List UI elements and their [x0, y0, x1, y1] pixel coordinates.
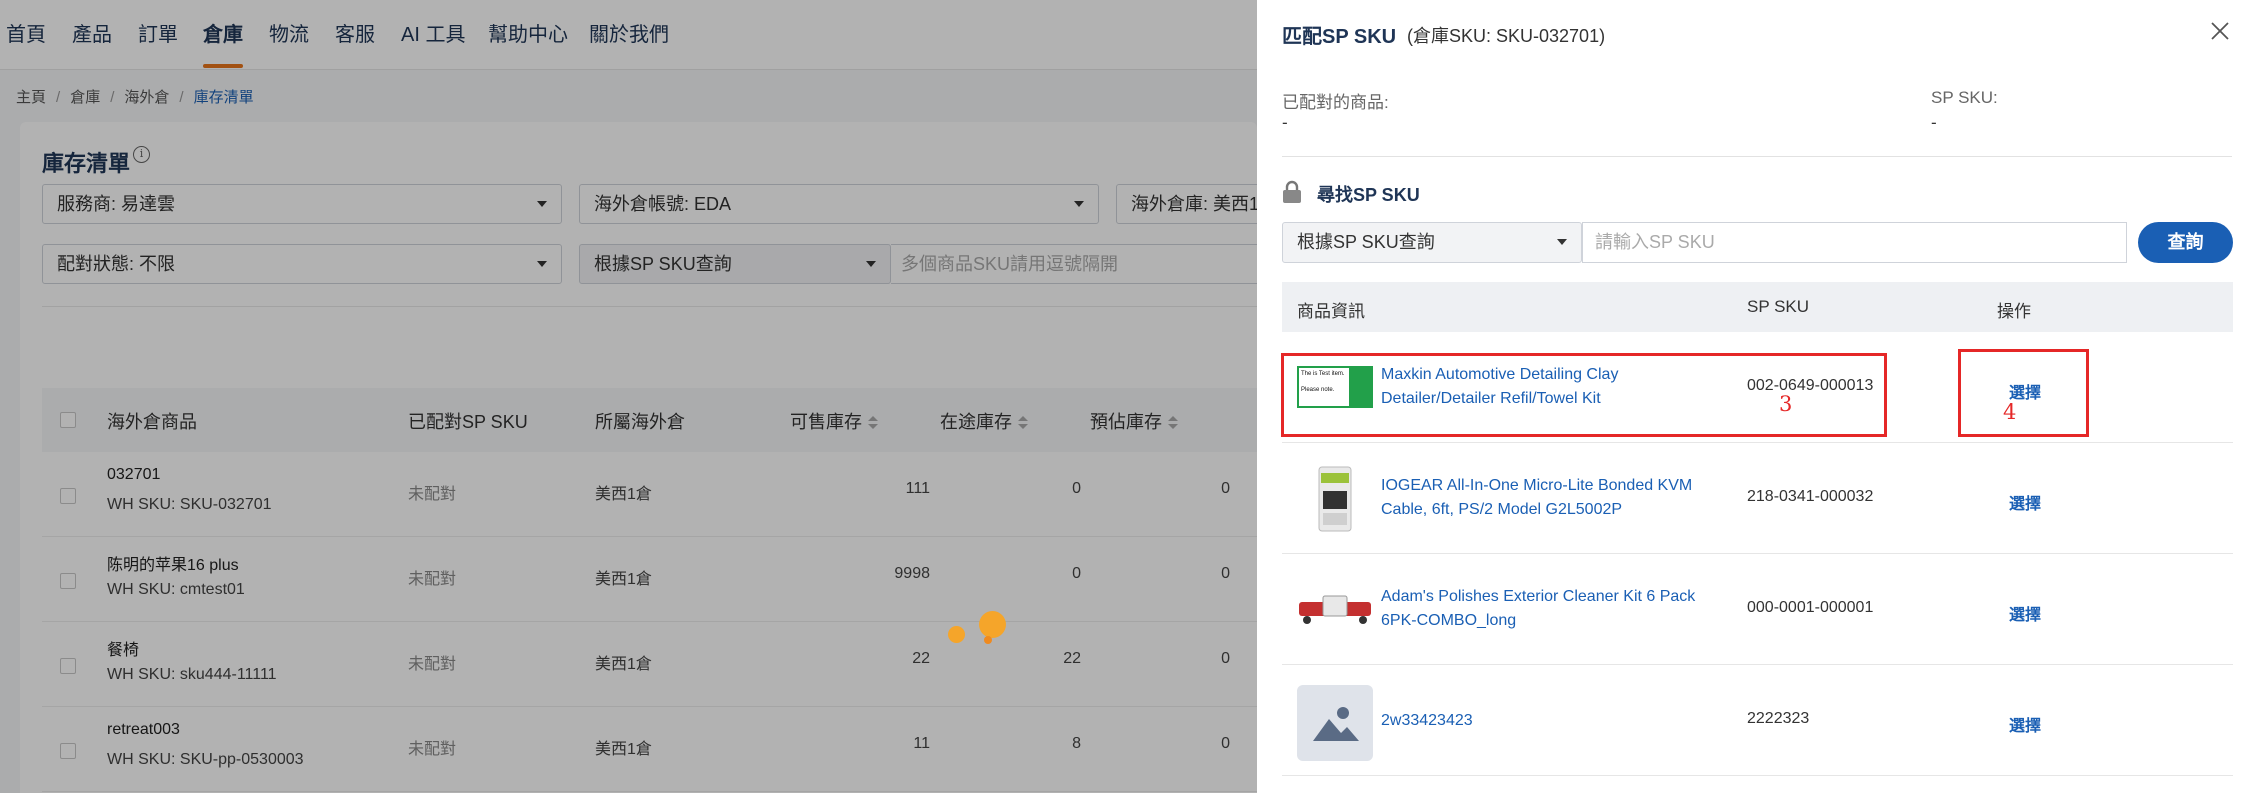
drawer-query-type-value: 根據SP SKU查詢 [1297, 232, 1435, 252]
product-name-link[interactable]: Adam's Polishes Exterior Cleaner Kit 6 P… [1381, 585, 1721, 633]
table-row: IOGEAR All-In-One Micro-Lite Bonded KVM … [1282, 443, 2233, 554]
product-thumbnail [1318, 466, 1352, 532]
select-button[interactable]: 選擇 [2009, 601, 2041, 625]
loading-indicator-dot [984, 636, 992, 644]
matched-product-value: - [1282, 113, 1288, 132]
annotation-number-4: 4 [2003, 400, 2017, 424]
annotation-box-product [1281, 353, 1887, 437]
product-thumbnail [1299, 595, 1371, 624]
select-button[interactable]: 選擇 [2009, 712, 2041, 736]
col-action: 操作 [1997, 302, 2031, 321]
image-placeholder-icon [1297, 685, 1373, 761]
sp-sku-label: SP SKU: [1931, 88, 1998, 107]
chevron-down-icon [1557, 239, 1567, 245]
col-sp-sku: SP SKU [1747, 297, 1810, 316]
table-row: Adam's Polishes Exterior Cleaner Kit 6 P… [1282, 554, 2233, 665]
sp-sku-table-header: 商品資訊 SP SKU 操作 [1282, 282, 2233, 332]
drawer-subtitle: (倉庫SKU: SKU-032701) [1407, 26, 1606, 46]
drawer-title: 匹配SP SKU [1282, 26, 1397, 48]
select-button[interactable]: 選擇 [2009, 490, 2041, 514]
find-sp-sku-title: 尋找SP SKU [1317, 185, 1420, 205]
sp-sku-value: 218-0341-000032 [1747, 488, 1874, 505]
loading-indicator-dot [979, 611, 1006, 638]
query-button[interactable]: 查詢 [2138, 222, 2233, 263]
section-divider [1282, 156, 2232, 157]
product-name-link[interactable]: 2w33423423 [1381, 709, 1721, 733]
modal-backdrop[interactable] [0, 0, 1257, 793]
match-sp-sku-drawer: 匹配SP SKU (倉庫SKU: SKU-032701) 已配對的商品: - S… [1257, 0, 2244, 793]
sp-sku-value: 000-0001-000001 [1747, 599, 1874, 616]
sp-sku-search-placeholder: 請輸入SP SKU [1595, 232, 1715, 252]
matched-product-label: 已配對的商品: [1282, 93, 1389, 112]
lock-icon [1283, 180, 1301, 203]
product-name-link[interactable]: IOGEAR All-In-One Micro-Lite Bonded KVM … [1381, 474, 1721, 522]
col-product-info: 商品資訊 [1297, 302, 1365, 321]
close-icon[interactable] [2209, 20, 2231, 42]
annotation-box-action [1958, 349, 2089, 437]
sp-sku-search-input[interactable]: 請輸入SP SKU [1582, 222, 2127, 263]
loading-indicator-dot [948, 626, 965, 643]
annotation-number-3: 3 [1779, 392, 1793, 416]
drawer-query-type-select[interactable]: 根據SP SKU查詢 [1282, 222, 1582, 263]
sp-sku-value: - [1931, 113, 1937, 132]
table-row: 2w33423423 2222323 選擇 [1282, 665, 2233, 776]
sp-sku-value: 2222323 [1747, 710, 1810, 727]
